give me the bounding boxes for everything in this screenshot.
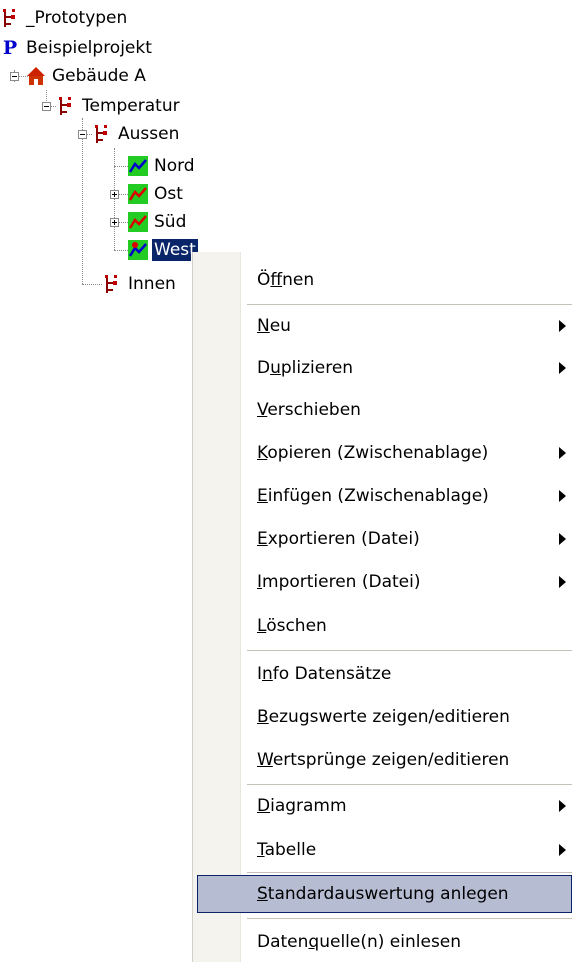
expand-toggle-sued[interactable] [110,218,119,227]
menu-item-wertspruenge[interactable]: Wertsprünge zeigen/editieren [193,742,575,778]
menu-item-standardauswertung[interactable]: Standardauswertung anlegen [197,875,572,913]
menu-separator [247,650,572,651]
tree-item-beispielprojekt[interactable]: P Beispielprojekt [0,36,154,60]
menu-item-label: Duplizieren [257,358,354,378]
menu-item-label: Standardauswertung anlegen [257,884,509,904]
submenu-arrow-icon [559,800,566,812]
menu-item-label: Löschen [257,616,327,636]
chart-blue-marker-icon [128,240,148,260]
house-icon [27,67,45,85]
menu-item-label: Neu [257,316,291,336]
tree-item-innen[interactable]: Innen [102,272,178,296]
tree-item-label: Gebäude A [52,66,146,86]
submenu-arrow-icon [559,533,566,545]
tree-item-temperatur[interactable]: Temperatur [56,94,182,118]
submenu-arrow-icon [559,362,566,374]
menu-item-label: Verschieben [257,400,361,420]
tree-item-aussen[interactable]: Aussen [92,122,181,146]
tree-item-label: Ost [154,184,183,204]
menu-item-label: Kopieren (Zwischenablage) [257,443,489,463]
submenu-arrow-icon [559,490,566,502]
tree-item-prototypen[interactable]: _Prototypen [0,6,129,30]
menu-item-datenquelle-einlesen[interactable]: Datenquelle(n) einlesen [193,924,575,960]
submenu-arrow-icon [559,320,566,332]
menu-item-label: Einfügen (Zwischenablage) [257,486,489,506]
tree-line [114,250,128,251]
collapse-toggle-aussen[interactable] [78,130,87,139]
tree-item-label: _Prototypen [26,8,128,28]
menu-item-label: Öffnen [257,270,315,290]
menu-item-label: Bezugswerte zeigen/editieren [257,707,510,727]
chart-red-icon [128,212,148,232]
collapse-toggle-temperatur[interactable] [42,102,51,111]
menu-item-diagramm[interactable]: Diagramm [193,788,575,824]
menu-item-label: Diagramm [257,796,347,816]
project-p-icon: P [2,37,18,59]
menu-item-label: Info Datensätze [257,664,392,684]
tree-item-label: Beispielprojekt [26,38,152,58]
menu-item-bezugswerte[interactable]: Bezugswerte zeigen/editieren [193,699,575,735]
tree-item-sued[interactable]: Süd [128,210,188,234]
menu-item-label: Datenquelle(n) einlesen [257,932,462,952]
menu-item-label: Tabelle [257,840,317,860]
menu-item-verschieben[interactable]: Verschieben [193,392,575,428]
proto-tree-icon [95,125,107,143]
collapse-toggle-gebaeude[interactable] [10,72,19,81]
tree-item-label: Nord [154,156,195,176]
context-menu: Öffnen Neu Duplizieren Verschieben Kopie… [192,252,575,962]
menu-separator [247,918,572,919]
submenu-arrow-icon [559,576,566,588]
tree-line [114,148,115,250]
tree-item-gebaeude-a[interactable]: Gebäude A [26,64,148,88]
proto-tree-icon [105,275,117,293]
menu-item-neu[interactable]: Neu [193,308,575,344]
menu-separator [247,304,572,305]
tree-item-nord[interactable]: Nord [128,154,197,178]
menu-item-exportieren[interactable]: Exportieren (Datei) [193,521,575,557]
tree-item-west[interactable]: West [128,238,199,262]
menu-separator [247,872,572,873]
tree-item-label: Innen [128,274,176,294]
tree-line [82,118,83,284]
menu-item-label: Exportieren (Datei) [257,529,420,549]
submenu-arrow-icon [559,447,566,459]
tree-item-label: West [151,238,199,262]
proto-tree-icon [59,97,71,115]
tree-line [82,284,102,285]
menu-item-info-datensaetze[interactable]: Info Datensätze [193,656,575,692]
menu-item-oeffnen[interactable]: Öffnen [193,262,575,298]
expand-toggle-ost[interactable] [110,190,119,199]
menu-item-label: Wertsprünge zeigen/editieren [257,750,510,770]
menu-item-tabelle[interactable]: Tabelle [193,832,575,868]
menu-item-kopieren[interactable]: Kopieren (Zwischenablage) [193,435,575,471]
submenu-arrow-icon [559,844,566,856]
menu-separator [247,784,572,785]
tree-item-ost[interactable]: Ost [128,182,185,206]
proto-tree-icon [3,9,15,27]
menu-item-loeschen[interactable]: Löschen [193,608,575,644]
menu-item-einfuegen[interactable]: Einfügen (Zwischenablage) [193,478,575,514]
tree-item-label: Temperatur [82,96,180,116]
menu-item-label: Importieren (Datei) [257,572,421,592]
tree-item-label: Süd [154,212,187,232]
chart-red-icon [128,184,148,204]
menu-item-importieren[interactable]: Importieren (Datei) [193,564,575,600]
chart-blue-icon [128,156,148,176]
tree-item-label: Aussen [118,124,180,144]
tree-line [114,166,128,167]
menu-item-duplizieren[interactable]: Duplizieren [193,350,575,386]
